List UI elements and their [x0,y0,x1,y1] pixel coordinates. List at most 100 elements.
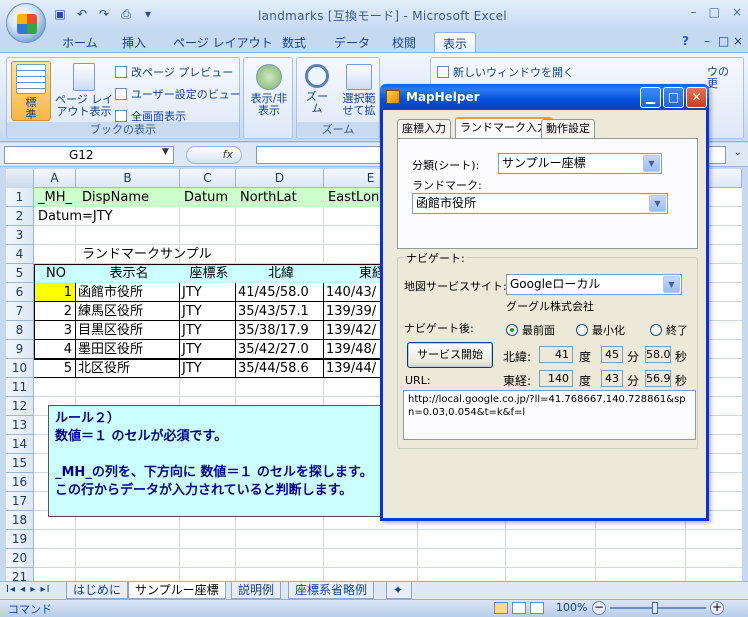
row-header[interactable]: 13 [6,416,34,435]
zoom-to-selection-button[interactable]: 選択範 せて拡 [337,64,381,117]
east-degrees[interactable]: 140 [539,370,573,387]
east-minutes[interactable]: 43 [601,370,623,387]
row-header[interactable]: 14 [6,435,34,454]
workbook-close-button[interactable]: × [733,34,743,48]
tab-view[interactable]: 表示 [434,32,477,54]
page-break-preview-button[interactable]: 改ページ プレビュー [115,64,233,80]
tab-formulas[interactable]: 数式 [282,34,306,51]
start-service-button[interactable]: サービス開始 [407,342,493,368]
tab-page-layout[interactable]: ページ レイアウト [173,34,273,51]
table-cell[interactable]: 41/45/58.0 [236,283,324,302]
chevron-down-icon[interactable]: ▼ [663,276,680,293]
cell-d1[interactable]: NorthLat [238,188,297,207]
table-cell[interactable]: 練馬区役所 [76,302,180,321]
undo-icon[interactable]: ↶ [74,6,90,22]
category-select[interactable]: サンプルー座標 ▼ [498,153,662,174]
tab-insert[interactable]: 挿入 [122,34,146,51]
column-header-c[interactable]: C [180,169,236,188]
tab-coordinate-input[interactable]: 座標入力 [397,119,451,138]
table-cell[interactable]: JTY [180,283,236,302]
tab-landmark-input[interactable]: ランドマーク入力 [455,117,553,139]
maphelper-minimize-button[interactable]: ▁ [640,87,661,108]
table-cell[interactable]: 35/44/58.6 [236,359,324,378]
cell-a2[interactable]: Datum=JTY [36,207,113,226]
quick-print-icon[interactable]: ⎙ [118,6,134,22]
insert-function-button[interactable]: fx [186,146,242,164]
table-cell[interactable]: 5 [34,359,76,378]
table-cell[interactable]: 1 [34,283,76,302]
zoom-in-icon[interactable]: + [710,601,724,615]
row-header[interactable]: 12 [6,397,34,416]
column-header-b[interactable]: B [76,169,180,188]
radio-exit[interactable]: 終了 [650,322,688,338]
header-datum[interactable]: 座標系 [180,264,236,283]
cell-b4[interactable]: ランドマークサンプル [80,245,212,264]
normal-view-button[interactable]: 標 準 [11,61,51,121]
column-header-a[interactable]: A [34,169,76,188]
table-cell[interactable]: 35/42/27.0 [236,340,324,359]
row-header[interactable]: 20 [6,549,34,568]
name-box[interactable]: G12 [4,146,174,164]
row-header[interactable]: 3 [6,226,34,245]
table-cell[interactable]: 函館市役所 [76,283,180,302]
table-cell[interactable]: 35/43/57.1 [236,302,324,321]
row-header[interactable]: 17 [6,492,34,511]
row-header[interactable]: 11 [6,378,34,397]
expand-formula-bar-icon[interactable]: ⌄ [734,147,742,158]
switch-windows-button[interactable]: ウの 更 [707,66,743,90]
row-header[interactable]: 9 [6,340,34,359]
tab-home[interactable]: ホーム [62,34,98,51]
sheet-tab-sample[interactable]: サンプルー座標 [128,582,226,599]
table-cell[interactable]: JTY [180,359,236,378]
page-layout-view-button[interactable]: ページ レイ アウト表示 [55,63,113,118]
zoom-out-icon[interactable]: − [592,601,606,615]
row-header[interactable]: 18 [6,511,34,530]
row-header[interactable]: 4 [6,245,34,264]
table-cell[interactable]: 3 [34,321,76,340]
sheet-tab-omit-datum[interactable]: 座標系省略例 [288,582,375,599]
sheet-tab-explanation[interactable]: 説明例 [231,582,282,599]
chevron-down-icon[interactable]: ▼ [649,195,666,212]
page-layout-status-icon[interactable] [512,602,526,614]
maphelper-close-button[interactable]: ✕ [686,87,707,108]
maphelper-title-bar[interactable]: MapHelper ▁ □ ✕ [380,84,709,110]
cell-e1[interactable]: EastLon [326,188,379,207]
cell-b1[interactable]: DispName [80,188,149,207]
header-north-lat[interactable]: 北緯 [236,264,324,283]
insert-sheet-icon[interactable]: ✦ [386,582,412,599]
tab-settings[interactable]: 動作設定 [541,119,595,138]
zoom-slider[interactable] [610,607,706,609]
close-button[interactable]: × [732,5,742,19]
row-header[interactable]: 15 [6,454,34,473]
table-cell[interactable]: 35/38/17.9 [236,321,324,340]
radio-front[interactable]: 最前面 [506,322,555,338]
tab-data[interactable]: データ [334,34,370,51]
page-break-status-icon[interactable] [530,602,544,614]
redo-icon[interactable]: ↷ [96,6,112,22]
header-no[interactable]: NO [34,264,76,283]
url-field[interactable]: http://local.google.co.jp/?ll=41.768667,… [403,390,696,440]
minimize-button[interactable]: – [691,5,697,19]
office-button[interactable] [6,3,46,43]
row-header[interactable]: 2 [6,207,34,226]
table-cell[interactable]: 2 [34,302,76,321]
sheet-tab-intro[interactable]: はじめに [66,582,129,599]
zoom-button[interactable]: ズー ム [299,64,335,115]
maphelper-maximize-button[interactable]: □ [663,87,684,108]
table-cell[interactable]: 北区役所 [76,359,180,378]
new-window-button[interactable]: 新しいウィンドウを開く [437,64,574,80]
cell-a1[interactable]: _MH_ [36,188,72,207]
table-cell[interactable]: JTY [180,340,236,359]
table-cell[interactable]: JTY [180,321,236,340]
landmark-select[interactable]: 函館市役所 ▼ [412,193,668,214]
normal-view-status-icon[interactable] [494,602,508,614]
table-cell[interactable]: JTY [180,302,236,321]
sheet-nav-arrows[interactable]: I◂ ◂ ▸ ▸I [6,584,51,595]
cell-c1[interactable]: Datum [182,188,228,207]
ribbon-minimize-button[interactable]: – [704,34,710,48]
row-header[interactable]: 8 [6,321,34,340]
row-header[interactable]: 10 [6,359,34,378]
row-header[interactable]: 1 [6,188,34,207]
name-box-dropdown-icon[interactable]: ▼ [162,147,169,157]
custom-views-button[interactable]: ユーザー設定のビュー [115,86,241,102]
